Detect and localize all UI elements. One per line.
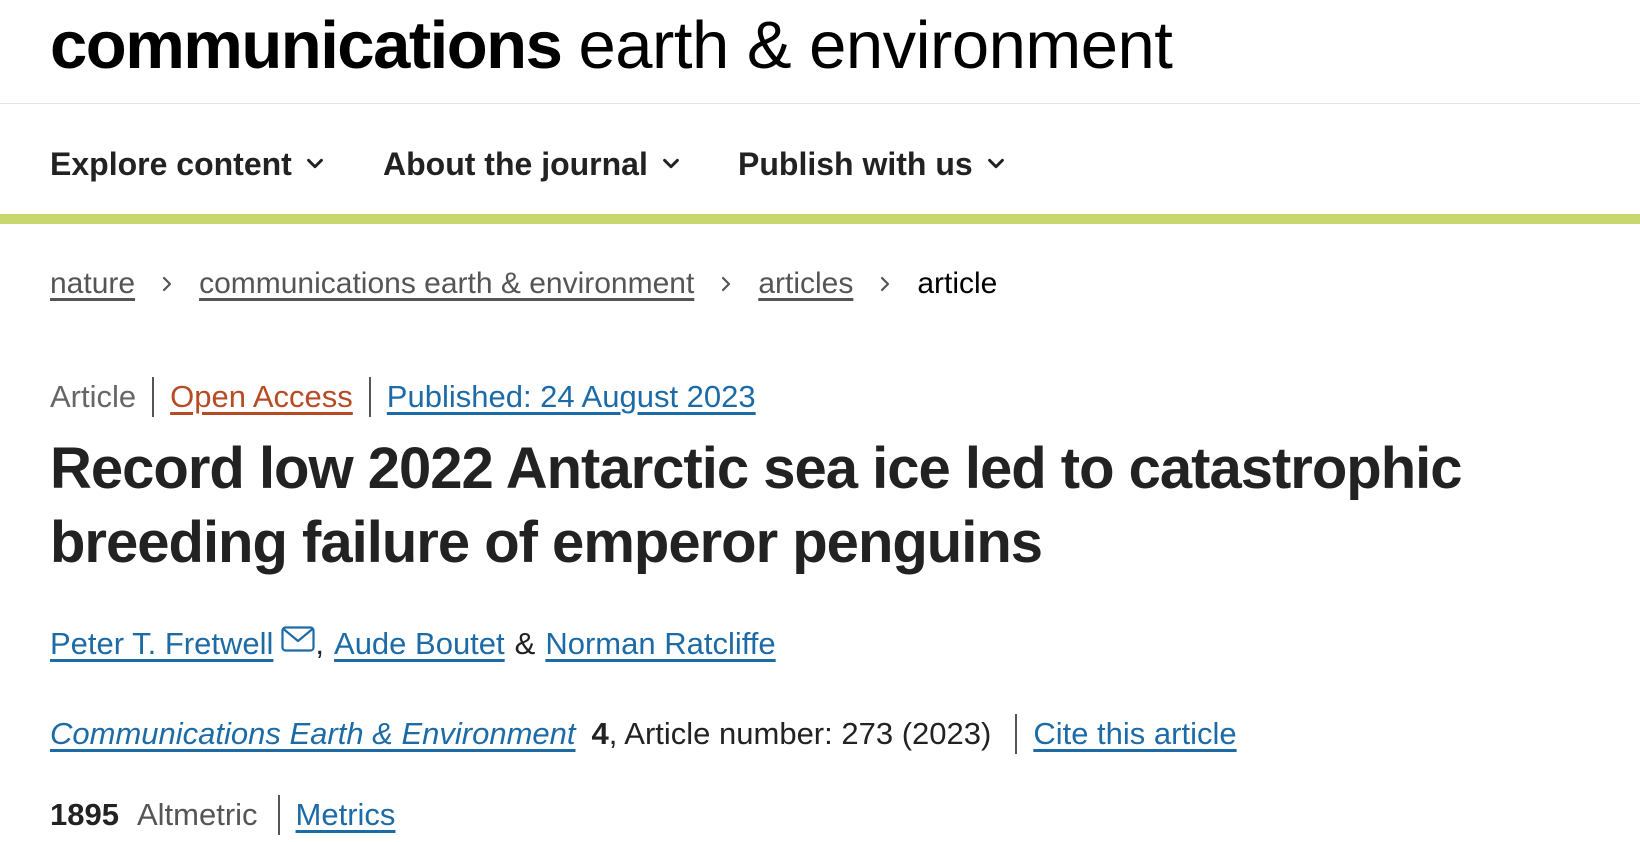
- journal-logo-bold: communications: [50, 8, 563, 83]
- volume-number: 4: [591, 716, 609, 751]
- journal-logo[interactable]: communications earth & environment: [50, 6, 1173, 86]
- altmetric-label: Altmetric: [136, 797, 258, 832]
- open-access-link[interactable]: Open Access: [170, 379, 353, 415]
- author-link[interactable]: Peter T. Fretwell: [50, 626, 273, 662]
- nav-accent-bar: [0, 214, 1640, 224]
- breadcrumb: nature communications earth & environmen…: [50, 264, 997, 304]
- main-nav: Explore content About the journal Publis…: [0, 104, 1640, 214]
- author-separator: ,: [315, 626, 325, 661]
- metrics-link[interactable]: Metrics: [296, 797, 396, 833]
- divider: [1015, 714, 1018, 754]
- chevron-down-icon: [662, 158, 679, 169]
- chevron-down-icon: [306, 158, 323, 169]
- published-date-link[interactable]: Published: 24 August 2023: [387, 379, 756, 415]
- article-number: , Article number: 273 (2023): [608, 716, 992, 751]
- journal-header: communications earth & environment: [0, 0, 1640, 104]
- metrics-bar: 1895 Altmetric Metrics: [50, 793, 395, 837]
- article-meta: Article Open Access Published: 24 August…: [50, 376, 756, 418]
- chevron-right-icon: [722, 276, 731, 292]
- altmetric-score: 1895: [50, 797, 119, 832]
- cite-this-article-link[interactable]: Cite this article: [1033, 716, 1236, 752]
- nav-explore-content[interactable]: Explore content: [50, 142, 326, 186]
- journal-logo-light: earth & environment: [578, 8, 1173, 83]
- envelope-icon[interactable]: [281, 626, 315, 652]
- divider: [368, 377, 371, 417]
- divider: [277, 795, 280, 835]
- author-link[interactable]: Aude Boutet: [334, 626, 505, 662]
- nav-publish-with-us[interactable]: Publish with us: [738, 142, 1007, 186]
- nav-about-journal[interactable]: About the journal: [383, 142, 682, 186]
- breadcrumb-articles[interactable]: articles: [758, 267, 853, 301]
- breadcrumb-current: article: [917, 267, 998, 300]
- nav-label: Publish with us: [738, 145, 973, 182]
- nav-label: Explore content: [50, 145, 292, 182]
- article-title: Record low 2022 Antarctic sea ice led to…: [50, 436, 1463, 575]
- citation: Communications Earth & Environment 4 , A…: [50, 712, 1237, 756]
- divider: [152, 377, 155, 417]
- breadcrumb-nature[interactable]: nature: [50, 267, 135, 301]
- article-type: Article: [50, 379, 137, 414]
- journal-link[interactable]: Communications Earth & Environment: [50, 716, 576, 752]
- chevron-right-icon: [162, 276, 172, 292]
- author-list: Peter T. Fretwell , Aude Boutet & Norman…: [50, 622, 776, 666]
- chevron-right-icon: [881, 276, 890, 292]
- article-page: communications earth & environment Explo…: [0, 0, 1640, 842]
- author-ampersand: &: [514, 626, 536, 661]
- chevron-down-icon: [987, 158, 1004, 169]
- nav-label: About the journal: [383, 145, 648, 182]
- breadcrumb-journal[interactable]: communications earth & environment: [199, 267, 694, 301]
- author-link[interactable]: Norman Ratcliffe: [545, 626, 775, 662]
